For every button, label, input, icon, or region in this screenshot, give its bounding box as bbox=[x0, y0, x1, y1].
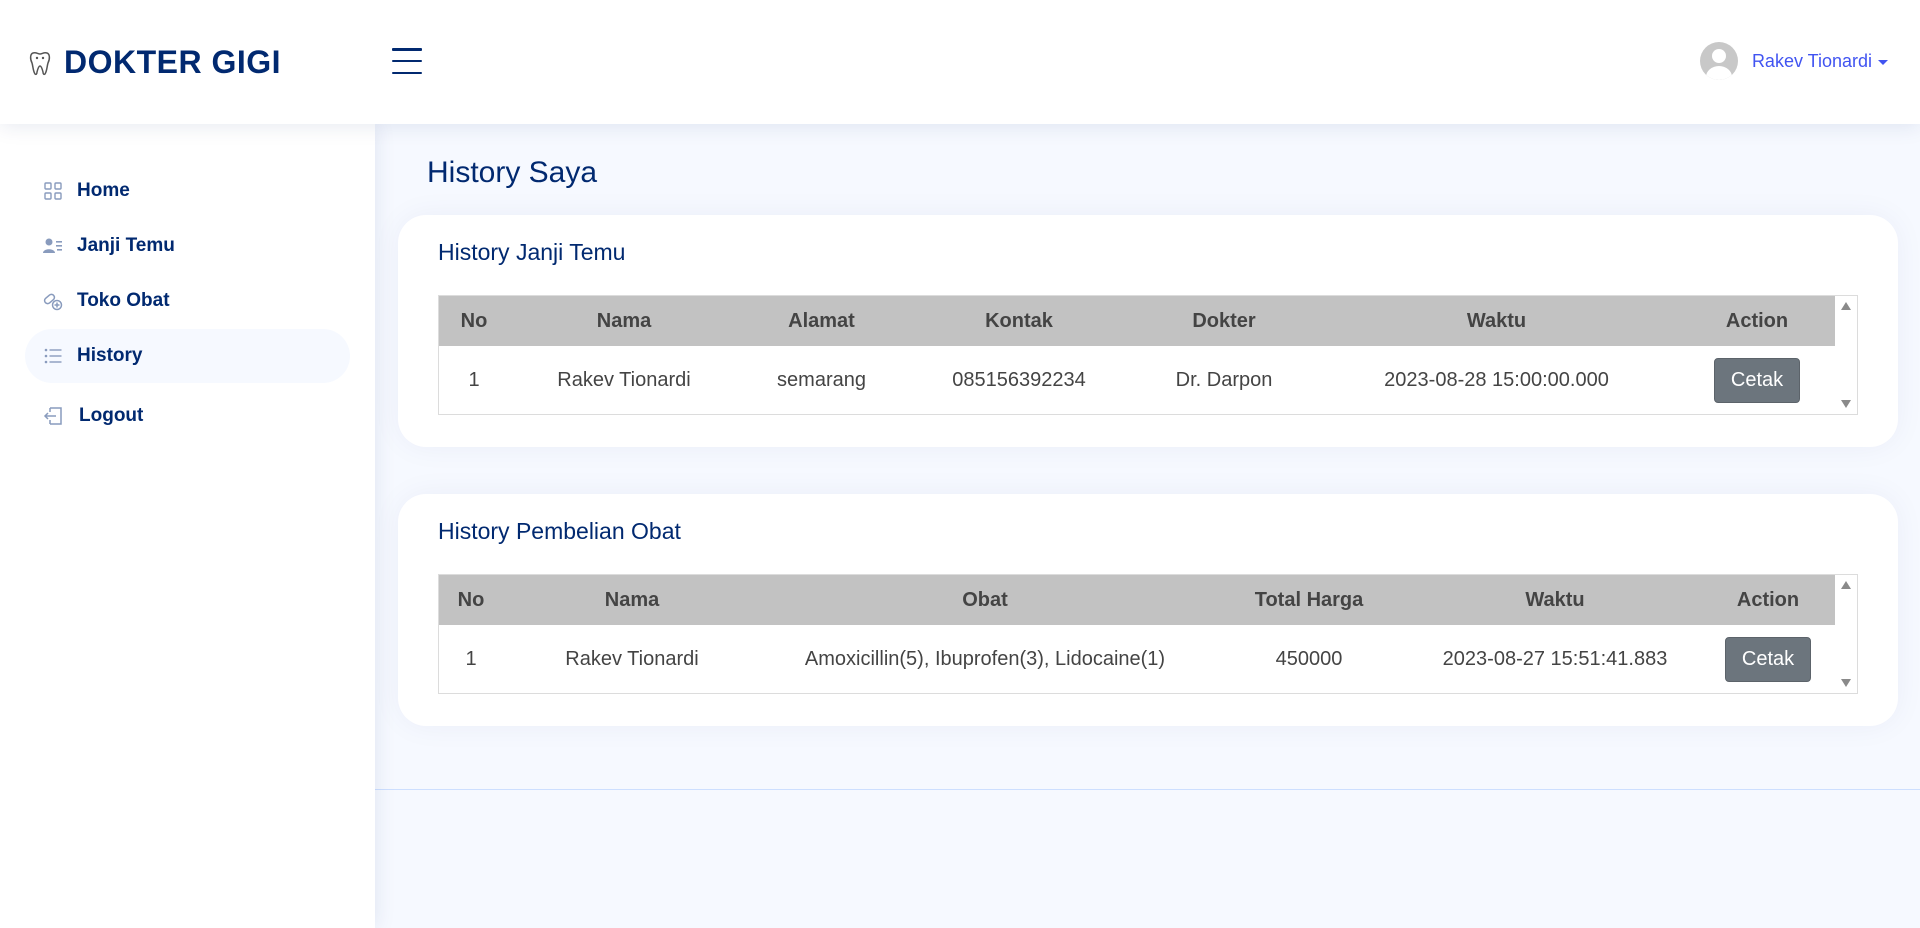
footer-divider bbox=[375, 789, 1920, 790]
brand-logo[interactable]: DOKTER GIGI bbox=[28, 44, 281, 81]
janji-temu-card: History Janji Temu No Nama Alamat Kontak… bbox=[398, 215, 1898, 447]
sidebar-toggle-button[interactable] bbox=[392, 48, 422, 74]
main-content: History Saya History Janji Temu No Nama … bbox=[375, 124, 1920, 928]
column-header: Waktu bbox=[1466, 309, 1527, 332]
column-header: Action bbox=[1725, 309, 1789, 332]
table-row: 1 Rakev Tionardi Amoxicillin(5), Ibuprof… bbox=[439, 625, 1835, 693]
vertical-scrollbar[interactable] bbox=[1835, 296, 1857, 414]
cell-obat: Amoxicillin(5), Ibuprofen(3), Lidocaine(… bbox=[804, 647, 1166, 670]
capsule-icon bbox=[43, 291, 63, 311]
pembelian-obat-card: History Pembelian Obat No Nama Obat Tota… bbox=[398, 494, 1898, 726]
table-header-row: No Nama Alamat Kontak Dokter Waktu Actio… bbox=[439, 296, 1835, 346]
sidebar-item-home[interactable]: Home bbox=[25, 164, 350, 218]
column-header: Obat bbox=[962, 588, 1008, 611]
cell-nama: Rakev Tionardi bbox=[565, 647, 699, 670]
cell-waktu: 2023-08-28 15:00:00.000 bbox=[1384, 368, 1609, 391]
cetak-button[interactable]: Cetak bbox=[1713, 357, 1801, 403]
sidebar-item-janji-temu[interactable]: Janji Temu bbox=[25, 219, 350, 273]
scroll-down-arrow-icon[interactable] bbox=[1841, 679, 1851, 687]
cell-no: 1 bbox=[468, 368, 480, 391]
scroll-up-arrow-icon[interactable] bbox=[1841, 581, 1851, 589]
cell-total-harga: 450000 bbox=[1275, 647, 1343, 670]
sidebar-item-toko-obat[interactable]: Toko Obat bbox=[25, 274, 350, 328]
page-title: History Saya bbox=[427, 156, 598, 189]
person-lines-icon bbox=[43, 236, 63, 256]
sidebar-item-label: Logout bbox=[79, 405, 144, 426]
cell-dokter: Dr. Darpon bbox=[1175, 368, 1273, 391]
column-header: Total Harga bbox=[1254, 588, 1364, 611]
scroll-down-arrow-icon[interactable] bbox=[1841, 400, 1851, 408]
avatar bbox=[1699, 42, 1738, 80]
sidebar: Home Janji Temu Toko Obat History Logout bbox=[0, 124, 375, 928]
hamburger-icon-bar bbox=[392, 48, 422, 51]
column-header: Waktu bbox=[1525, 588, 1585, 611]
pembelian-obat-table: No Nama Obat Total Harga Waktu Action 1 … bbox=[439, 575, 1835, 693]
top-header: DOKTER GIGI Rakev Tionardi bbox=[0, 0, 1920, 124]
cell-waktu: 2023-08-27 15:51:41.883 bbox=[1442, 647, 1668, 670]
card-title: History Janji Temu bbox=[438, 239, 626, 265]
brand-name: DOKTER GIGI bbox=[64, 44, 282, 80]
cell-no: 1 bbox=[465, 647, 477, 670]
cell-action: Cetak bbox=[1701, 625, 1835, 693]
janji-temu-table-container[interactable]: No Nama Alamat Kontak Dokter Waktu Actio… bbox=[438, 295, 1858, 415]
table-header-row: No Nama Obat Total Harga Waktu Action bbox=[439, 575, 1835, 625]
tooth-icon bbox=[29, 51, 51, 75]
sidebar-item-label: Toko Obat bbox=[77, 290, 170, 311]
sidebar-item-history[interactable]: History bbox=[25, 329, 350, 383]
list-icon bbox=[43, 346, 63, 366]
column-header: Action bbox=[1736, 588, 1800, 611]
column-header: Nama bbox=[596, 309, 652, 332]
cell-action: Cetak bbox=[1679, 346, 1835, 414]
hamburger-icon-bar bbox=[392, 71, 422, 74]
column-header: Kontak bbox=[985, 309, 1053, 332]
pembelian-obat-table-container[interactable]: No Nama Obat Total Harga Waktu Action 1 … bbox=[438, 574, 1858, 694]
column-header: No bbox=[460, 309, 488, 332]
cell-nama: Rakev Tionardi bbox=[557, 368, 691, 391]
box-arrow-left-icon bbox=[43, 406, 63, 426]
hamburger-icon-bar bbox=[392, 59, 422, 63]
cell-alamat: semarang bbox=[777, 368, 866, 391]
sidebar-item-label: History bbox=[77, 345, 143, 366]
column-header: Dokter bbox=[1192, 309, 1256, 332]
janji-temu-table: No Nama Alamat Kontak Dokter Waktu Actio… bbox=[439, 296, 1835, 414]
column-header: Alamat bbox=[788, 309, 855, 332]
profile-name: Rakev Tionardi bbox=[1751, 50, 1872, 71]
column-header: Nama bbox=[604, 588, 660, 611]
column-header: No bbox=[457, 588, 485, 611]
card-title: History Pembelian Obat bbox=[438, 518, 681, 544]
sidebar-item-label: Janji Temu bbox=[77, 235, 175, 256]
caret-down-icon bbox=[1878, 59, 1888, 65]
cell-kontak: 085156392234 bbox=[952, 368, 1086, 391]
vertical-scrollbar[interactable] bbox=[1835, 575, 1857, 693]
cetak-button[interactable]: Cetak bbox=[1724, 636, 1812, 682]
grid-icon bbox=[43, 181, 63, 201]
scroll-up-arrow-icon[interactable] bbox=[1841, 302, 1851, 310]
table-row: 1 Rakev Tionardi semarang 085156392234 D… bbox=[439, 346, 1835, 414]
sidebar-item-label: Home bbox=[77, 180, 130, 201]
sidebar-item-logout[interactable]: Logout bbox=[25, 389, 350, 443]
profile-dropdown[interactable]: Rakev Tionardi bbox=[1699, 42, 1888, 80]
